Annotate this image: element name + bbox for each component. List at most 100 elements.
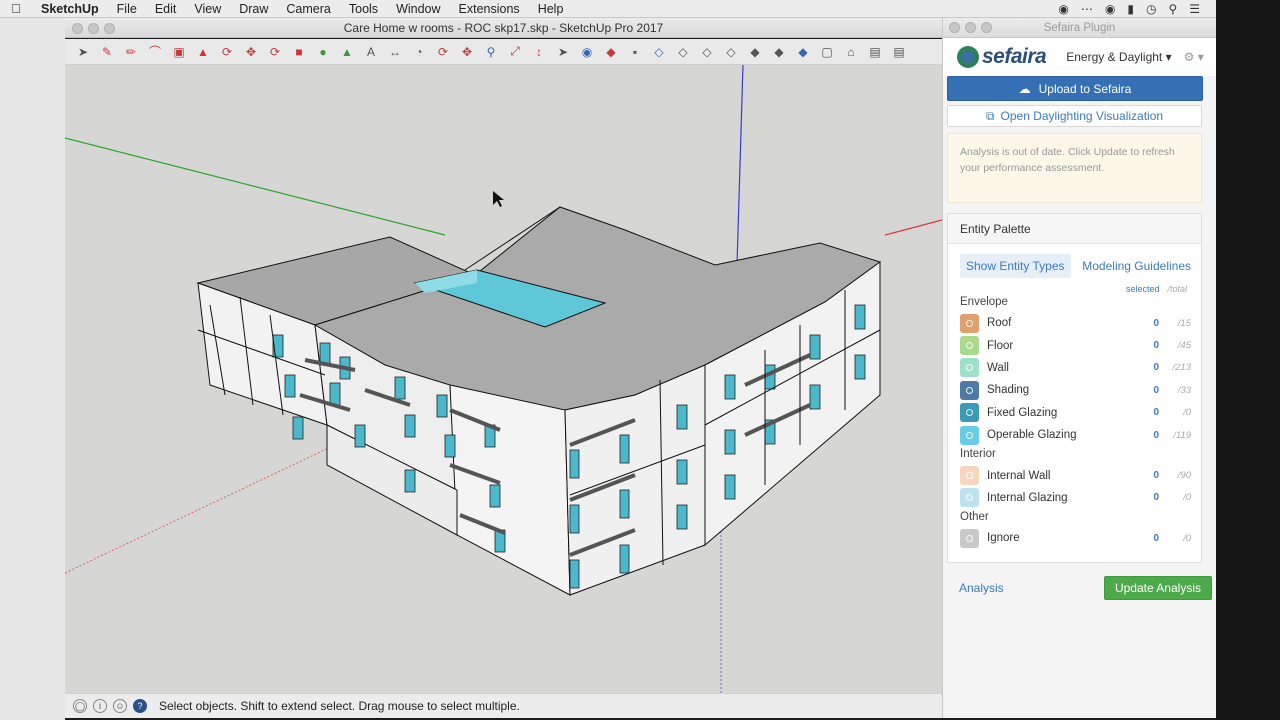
tape-measure-tool-icon[interactable]: ● bbox=[313, 42, 333, 62]
select-tool-icon[interactable]: ➤ bbox=[73, 42, 93, 62]
record-icon[interactable]: ◉ bbox=[1058, 2, 1068, 16]
more-icon[interactable]: ⋯ bbox=[1081, 2, 1093, 16]
position-camera-tool-icon[interactable]: ➤ bbox=[553, 42, 573, 62]
analysis-mode-dropdown[interactable]: Energy & Daylight ▾ bbox=[1066, 50, 1171, 64]
zoom-tool-icon[interactable]: ⚲ bbox=[481, 42, 501, 62]
menu-edit[interactable]: Edit bbox=[146, 0, 186, 18]
menu-view[interactable]: View bbox=[185, 0, 230, 18]
plugin-minimize-icon[interactable] bbox=[965, 22, 976, 33]
apple-icon[interactable]:  bbox=[0, 1, 32, 16]
eraser-tool-icon[interactable]: ✎ bbox=[97, 42, 117, 62]
move-tool-icon[interactable]: ✥ bbox=[241, 42, 261, 62]
internal-glazing-color-swatch[interactable] bbox=[960, 488, 979, 508]
right-view-icon[interactable]: ▤ bbox=[865, 42, 885, 62]
total-count: /119 bbox=[1173, 429, 1191, 441]
main-toolbar: ➤ ✎ ✏ ⌒ ▣ ▲ ⟳ ✥ ⟳ ■ ● ▲ A ↔ ◔ ⟳ ✥ ⚲ ⤢ ↕ … bbox=[65, 39, 942, 65]
tab-show-entity-types[interactable]: Show Entity Types bbox=[960, 254, 1071, 278]
back-view-icon[interactable]: ▤ bbox=[889, 42, 909, 62]
mac-menubar:  SketchUp File Edit View Draw Camera To… bbox=[0, 0, 1216, 18]
menu-file[interactable]: File bbox=[108, 0, 146, 18]
group-envelope: Envelope bbox=[960, 296, 1008, 308]
text-tool-icon[interactable]: A bbox=[361, 42, 381, 62]
look-around-tool-icon[interactable]: ◉ bbox=[577, 42, 597, 62]
push-pull-tool-icon[interactable]: ▲ bbox=[193, 42, 213, 62]
entity-row-internal-glazing[interactable]: Internal Glazing 0 /0 bbox=[948, 487, 1201, 509]
zoom-extents-tool-icon[interactable]: ⤢ bbox=[505, 42, 525, 62]
entity-row-ignore[interactable]: Ignore 0 /0 bbox=[948, 527, 1201, 549]
ignore-color-swatch[interactable] bbox=[960, 528, 979, 548]
protractor-tool-icon[interactable]: ◔ bbox=[409, 42, 429, 62]
spotlight-icon[interactable]: ⚲ bbox=[1168, 2, 1177, 16]
rotate-tool-icon[interactable]: ⟳ bbox=[265, 42, 285, 62]
paint-bucket-tool-icon[interactable]: ▲ bbox=[337, 42, 357, 62]
shaded-tool-icon[interactable]: ◇ bbox=[721, 42, 741, 62]
internal-wall-color-swatch[interactable] bbox=[960, 466, 979, 486]
menu-camera[interactable]: Camera bbox=[277, 0, 339, 18]
floor-color-swatch[interactable] bbox=[960, 336, 979, 356]
battery-icon[interactable]: ▮ bbox=[1127, 2, 1134, 16]
operable-glazing-color-swatch[interactable] bbox=[960, 425, 979, 445]
menu-window[interactable]: Window bbox=[387, 0, 449, 18]
menu-extensions[interactable]: Extensions bbox=[450, 0, 529, 18]
orbit-tool-icon[interactable]: ⟳ bbox=[433, 42, 453, 62]
entity-row-internal-wall[interactable]: Internal Wall 0 /90 bbox=[948, 464, 1201, 486]
plugin-zoom-icon[interactable] bbox=[981, 22, 992, 33]
plugin-footer: Analysis Update Analysis bbox=[947, 571, 1212, 605]
entity-label: Fixed Glazing bbox=[987, 406, 1058, 419]
wifi-icon[interactable]: ◉ bbox=[1105, 2, 1115, 16]
monochrome-tool-icon[interactable]: ◆ bbox=[769, 42, 789, 62]
entity-row-shading[interactable]: Shading 0 /33 bbox=[948, 379, 1201, 401]
timer-icon[interactable]: ◷ bbox=[1146, 2, 1156, 16]
tab-modeling-guidelines[interactable]: Modeling Guidelines bbox=[1082, 259, 1191, 273]
analysis-link[interactable]: Analysis bbox=[959, 581, 1004, 595]
menu-tools[interactable]: Tools bbox=[340, 0, 387, 18]
fixed-glazing-color-swatch[interactable] bbox=[960, 403, 979, 423]
scale-tool-icon[interactable]: ■ bbox=[289, 42, 309, 62]
info-icon[interactable]: i bbox=[93, 699, 107, 713]
back-edges-tool-icon[interactable]: ◇ bbox=[649, 42, 669, 62]
shading-color-swatch[interactable] bbox=[960, 380, 979, 400]
help-icon[interactable]: ? bbox=[133, 699, 147, 713]
rectangle-tool-icon[interactable]: ▣ bbox=[169, 42, 189, 62]
open-daylighting-visualization-button[interactable]: ⧉ Open Daylighting Visualization bbox=[947, 105, 1202, 127]
offset-tool-icon[interactable]: ⟳ bbox=[217, 42, 237, 62]
pencil-tool-icon[interactable]: ✏ bbox=[121, 42, 141, 62]
roof-color-swatch[interactable] bbox=[960, 313, 979, 333]
dimension-tool-icon[interactable]: ↔ bbox=[385, 42, 405, 62]
wireframe-tool-icon[interactable]: ◇ bbox=[673, 42, 693, 62]
update-analysis-button[interactable]: Update Analysis bbox=[1103, 576, 1212, 600]
section-plane-tool-icon[interactable]: ◆ bbox=[601, 42, 621, 62]
entity-row-roof[interactable]: Roof 0 /15 bbox=[948, 312, 1201, 334]
upload-to-sefaira-button[interactable]: ☁ Upload to Sefaira bbox=[947, 76, 1203, 101]
selected-count: 0 bbox=[1153, 532, 1159, 544]
entity-row-wall[interactable]: Wall 0 /213 bbox=[948, 357, 1201, 379]
plugin-close-icon[interactable] bbox=[949, 22, 960, 33]
arc-tool-icon[interactable]: ⌒ bbox=[145, 42, 165, 62]
hidden-line-tool-icon[interactable]: ◇ bbox=[697, 42, 717, 62]
entity-row-fixed-glazing[interactable]: Fixed Glazing 0 /0 bbox=[948, 402, 1201, 424]
front-view-icon[interactable]: ⌂ bbox=[841, 42, 861, 62]
pan-tool-icon[interactable]: ✥ bbox=[457, 42, 477, 62]
top-view-icon[interactable]: ▢ bbox=[817, 42, 837, 62]
shaded-textures-tool-icon[interactable]: ◆ bbox=[745, 42, 765, 62]
menu-draw[interactable]: Draw bbox=[230, 0, 277, 18]
xray-tool-icon[interactable]: ▪ bbox=[625, 42, 645, 62]
geo-location-icon[interactable]: ◯ bbox=[73, 699, 87, 713]
menu-app-name[interactable]: SketchUp bbox=[32, 0, 108, 18]
user-icon[interactable]: ☺ bbox=[113, 699, 127, 713]
sefaira-logo-icon bbox=[957, 46, 979, 68]
settings-gear-icon[interactable]: ⚙ ▾ bbox=[1184, 50, 1204, 64]
entity-row-operable-glazing[interactable]: Operable Glazing 0 /119 bbox=[948, 424, 1201, 446]
external-link-icon: ⧉ bbox=[985, 108, 995, 123]
sefaira-plugin-panel: Sefaira Plugin sefaira Energy & Daylight… bbox=[942, 18, 1216, 718]
wall-color-swatch[interactable] bbox=[960, 358, 979, 378]
model-viewport[interactable] bbox=[65, 65, 942, 693]
entity-label: Ignore bbox=[987, 532, 1020, 545]
window-titlebar: Care Home w rooms - ROC skp17.skp - Sket… bbox=[65, 18, 942, 38]
entity-row-floor[interactable]: Floor 0 /45 bbox=[948, 334, 1201, 356]
sefaira-logo-text: sefaira bbox=[982, 45, 1047, 68]
iso-view-icon[interactable]: ◆ bbox=[793, 42, 813, 62]
notification-list-icon[interactable]: ☰ bbox=[1189, 2, 1200, 16]
walk-tool-icon[interactable]: ↕ bbox=[529, 42, 549, 62]
menu-help[interactable]: Help bbox=[529, 0, 573, 18]
